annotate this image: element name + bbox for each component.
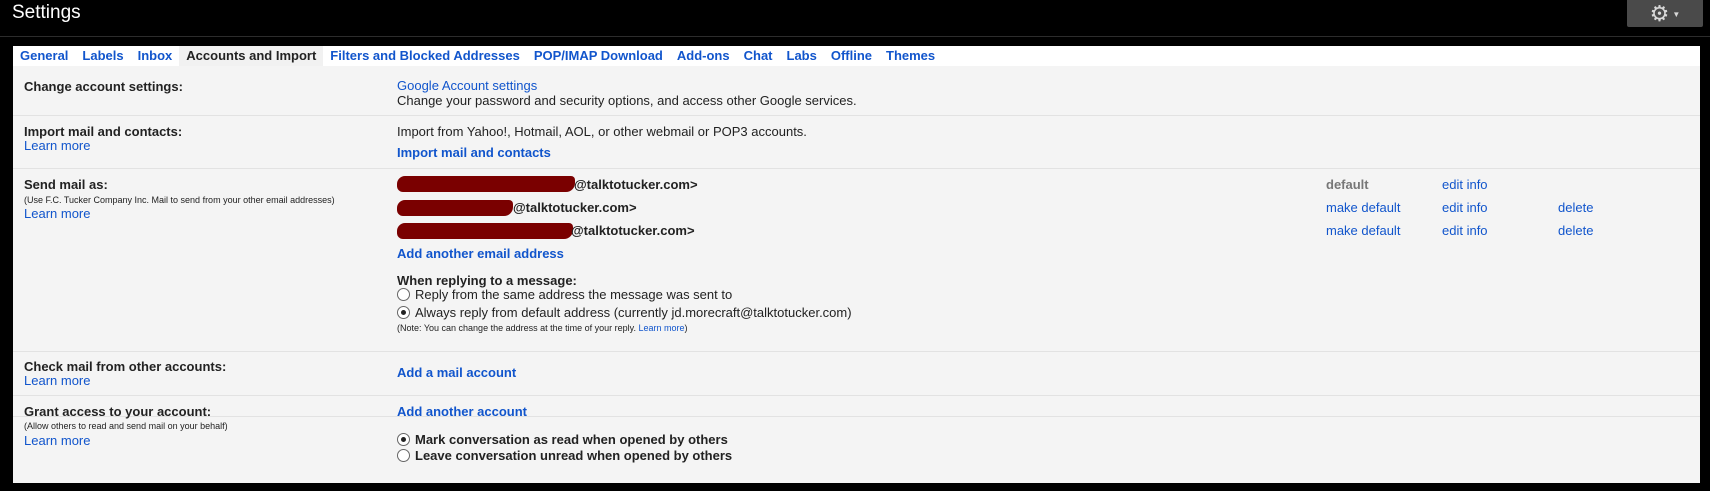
mark-read-radio[interactable] xyxy=(397,433,410,446)
email-address: @talktotucker.com> xyxy=(571,223,695,238)
tab-accounts-and-import[interactable]: Accounts and Import xyxy=(179,46,324,66)
import-mail-button[interactable]: Import mail and contacts xyxy=(397,145,551,160)
check-mail-label: Check mail from other accounts: xyxy=(24,359,227,374)
delete-link[interactable]: delete xyxy=(1558,223,1593,238)
leave-unread-label: Leave conversation unread when opened by… xyxy=(415,448,733,463)
reply-default-address-option[interactable]: Always reply from default address (curre… xyxy=(397,305,852,320)
page-title: Settings xyxy=(12,2,81,23)
send-learn-more-link[interactable]: Learn more xyxy=(24,206,90,221)
reply-heading: When replying to a message: xyxy=(397,273,577,288)
mark-read-label: Mark conversation as read when opened by… xyxy=(415,432,728,447)
reply-note-suffix: ) xyxy=(684,323,688,333)
redacted-email-name xyxy=(397,223,573,239)
tab-chat[interactable]: Chat xyxy=(737,46,780,66)
settings-panel: Change account settings: Google Account … xyxy=(13,66,1700,483)
tab-filters[interactable]: Filters and Blocked Addresses xyxy=(323,46,527,66)
reply-default-address-label: Always reply from default address (curre… xyxy=(415,305,852,320)
send-mail-as-label: Send mail as: xyxy=(24,177,108,192)
tab-labs[interactable]: Labs xyxy=(780,46,824,66)
reply-same-address-label: Reply from the same address the message … xyxy=(415,287,733,302)
gear-icon: ⚙ xyxy=(1649,0,1670,26)
change-account-row: Change account settings: Google Account … xyxy=(13,66,1700,116)
reply-same-address-radio[interactable] xyxy=(397,288,410,301)
tab-add-ons[interactable]: Add-ons xyxy=(670,46,737,66)
add-another-account-button[interactable]: Add another account xyxy=(397,404,527,419)
delete-link[interactable]: delete xyxy=(1558,200,1593,215)
grant-access-row: Grant access to your account: (Allow oth… xyxy=(13,396,1700,483)
change-account-desc: Change your password and security option… xyxy=(397,93,857,108)
redacted-email-name xyxy=(397,176,575,192)
import-mail-desc: Import from Yahoo!, Hotmail, AOL, or oth… xyxy=(397,124,807,139)
import-mail-row: Import mail and contacts: Learn more Imp… xyxy=(13,116,1700,169)
leave-unread-option[interactable]: Leave conversation unread when opened by… xyxy=(397,448,732,463)
tab-themes[interactable]: Themes xyxy=(879,46,942,66)
tab-pop-imap[interactable]: POP/IMAP Download xyxy=(527,46,670,66)
grant-access-learn-more-link[interactable]: Learn more xyxy=(24,433,90,448)
tab-inbox[interactable]: Inbox xyxy=(131,46,180,66)
google-account-settings-link[interactable]: Google Account settings xyxy=(397,78,537,93)
add-mail-account-button[interactable]: Add a mail account xyxy=(397,365,516,380)
tab-labels[interactable]: Labels xyxy=(75,46,130,66)
edit-info-link[interactable]: edit info xyxy=(1442,223,1488,238)
leave-unread-radio[interactable] xyxy=(397,449,410,462)
mark-read-option[interactable]: Mark conversation as read when opened by… xyxy=(397,432,728,447)
reply-note-learn-more-link[interactable]: Learn more xyxy=(638,323,684,333)
edit-info-link[interactable]: edit info xyxy=(1442,177,1488,192)
reply-same-address-option[interactable]: Reply from the same address the message … xyxy=(397,287,732,302)
default-status: default xyxy=(1326,177,1369,192)
grant-access-label: Grant access to your account: xyxy=(24,404,212,419)
header-divider xyxy=(0,36,1710,37)
change-account-label: Change account settings: xyxy=(24,79,183,94)
email-address: @talktotucker.com> xyxy=(574,177,698,192)
make-default-link[interactable]: make default xyxy=(1326,223,1400,238)
grant-access-sub: (Allow others to read and send mail on y… xyxy=(24,421,228,431)
import-learn-more-link[interactable]: Learn more xyxy=(24,138,90,153)
redacted-email-name xyxy=(397,200,513,216)
tab-offline[interactable]: Offline xyxy=(824,46,879,66)
edit-info-link[interactable]: edit info xyxy=(1442,200,1488,215)
email-address: @talktotucker.com> xyxy=(513,200,637,215)
reply-note: (Note: You can change the address at the… xyxy=(397,321,688,336)
check-mail-learn-more-link[interactable]: Learn more xyxy=(24,373,90,388)
settings-menu-button[interactable]: ⚙ ▼ xyxy=(1627,0,1703,27)
reply-note-text: (Note: You can change the address at the… xyxy=(397,323,639,333)
settings-tab-bar: General Labels Inbox Accounts and Import Fil… xyxy=(13,46,1700,66)
chevron-down-icon: ▼ xyxy=(1672,10,1681,19)
add-email-address-button[interactable]: Add another email address xyxy=(397,246,564,261)
tab-general[interactable]: General xyxy=(13,46,75,66)
check-mail-row: Check mail from other accounts: Learn mo… xyxy=(13,351,1700,396)
import-mail-label: Import mail and contacts: xyxy=(24,124,183,139)
make-default-link[interactable]: make default xyxy=(1326,200,1400,215)
reply-default-address-radio[interactable] xyxy=(397,306,410,319)
